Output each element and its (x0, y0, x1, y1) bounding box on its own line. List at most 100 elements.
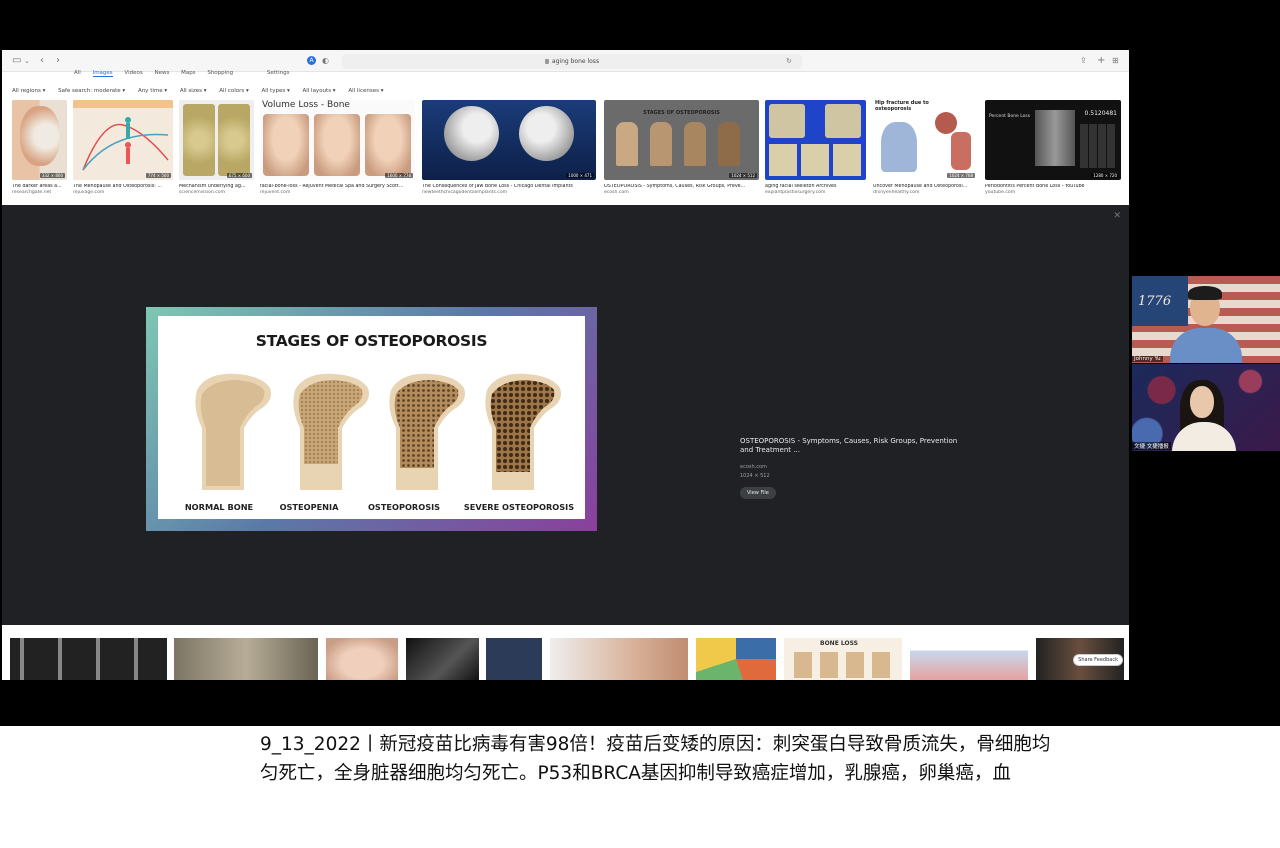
preview-image-canvas: STAGES OF OSTEOPOROSIS NORMAL BONE OSTEO… (158, 316, 585, 519)
image-info-panel: OSTEOPOROSIS - Symptoms, Causes, Risk Gr… (740, 437, 960, 499)
percent-bone-loss-label: Percent Bone Loss (989, 114, 1031, 119)
stage-label: SEVERE OSTEOPOROSIS (463, 502, 575, 512)
result-image[interactable] (174, 638, 318, 680)
info-source[interactable]: ecosh.com (740, 464, 960, 470)
result-source: rejuvage.com (73, 190, 105, 195)
result-card[interactable]: 774 × 500 The Menopause and Osteoporosis… (73, 100, 173, 195)
filter-types[interactable]: All types ▾ (261, 88, 289, 94)
participant-video-wenjie: 文捷 文捷播报 (1132, 364, 1280, 451)
filter-colors[interactable]: All colors ▾ (219, 88, 249, 94)
info-title[interactable]: OSTEOPOROSIS - Symptoms, Causes, Risk Gr… (740, 437, 960, 455)
result-image[interactable] (910, 638, 1028, 680)
filter-sizes[interactable]: All sizes ▾ (180, 88, 207, 94)
osteoporosis-graphic (389, 373, 465, 490)
result-caption: Mechanism underlying ag... (179, 184, 246, 189)
image-viewer: ✕ STAGES OF OSTEOPOROSIS NORMAL BONE OST… (2, 205, 1129, 672)
filter-safe-search[interactable]: Safe search: moderate ▾ (58, 88, 125, 94)
result-image[interactable] (486, 638, 542, 680)
filter-time[interactable]: Any time ▾ (138, 88, 167, 94)
tab-all[interactable]: All (74, 70, 81, 76)
result-caption: aging facial skeleton Archives (765, 184, 837, 189)
stage-label: OSTEOPENIA (279, 502, 339, 512)
profile-badge[interactable]: A (307, 56, 316, 65)
participant-video-johnny: 1776 Johnny Yu (1132, 276, 1280, 363)
result-image: STAGES OF OSTEOPOROSIS 1024 × 512 (604, 100, 759, 180)
tab-menu-chevron-icon[interactable]: ⌄ (24, 55, 30, 67)
close-icon[interactable]: ✕ (1113, 211, 1121, 221)
share-icon[interactable]: ⇪ (1080, 55, 1087, 67)
reload-icon[interactable]: ↻ (786, 55, 792, 67)
result-source: drsnyenhealthy.com (873, 190, 920, 195)
result-source: explantplastixsurgery.com (765, 190, 826, 195)
view-file-button[interactable]: View File (740, 487, 776, 499)
filter-bar: All regions ▾ Safe search: moderate ▾ An… (12, 88, 394, 94)
browser-toolbar: ▭ ⌄ ‹ › A ◐ aging bone loss ↻ ⇪ + ⊞ (2, 50, 1129, 72)
result-image: 675 × 600 (179, 100, 254, 180)
sidebar-toggle-icon[interactable]: ▭ (12, 55, 21, 67)
tab-shopping[interactable]: Shopping (207, 70, 233, 76)
tab-images[interactable]: Images (92, 70, 113, 77)
tab-videos[interactable]: Videos (124, 70, 142, 76)
result-dimensions: 1280 × 720 (1091, 173, 1119, 178)
result-image[interactable] (10, 638, 167, 680)
forward-icon[interactable]: › (56, 55, 60, 67)
result-card[interactable]: Volume Loss - Bone 1600 × 776 facial-bon… (260, 100, 415, 195)
result-card[interactable]: Percent Bone Loss 0.5120481 1280 × 720 P… (985, 100, 1121, 195)
more-results-row: BONE LOSS Share Feedback (2, 630, 1129, 680)
osteopenia-graphic (293, 373, 369, 490)
result-source: newteethchicagodentalimplants.com (422, 190, 508, 195)
result-source: ecosh.com (604, 190, 629, 195)
result-image: Hip fracture due to osteoporosis 1024 × … (873, 100, 977, 180)
result-card[interactable]: STAGES OF OSTEOPOROSIS 1024 × 512 OSTEOP… (604, 100, 759, 195)
filter-licenses[interactable]: All licenses ▾ (348, 88, 383, 94)
result-caption: The darker areas a... (12, 184, 62, 189)
address-bar[interactable]: aging bone loss (342, 54, 802, 69)
tab-news[interactable]: News (154, 70, 169, 76)
tab-overview-icon[interactable]: ⊞ (1112, 55, 1119, 67)
result-dimensions: 1000 × 471 (566, 173, 594, 178)
tab-settings[interactable]: Settings (267, 70, 290, 76)
result-image: 332 × 800 (12, 100, 67, 180)
back-icon[interactable]: ‹ (40, 55, 44, 67)
result-card[interactable]: Hip fracture due to osteoporosis 1024 × … (873, 100, 977, 195)
result-caption: Periodontitis Percent Bone Loss - YouTub… (985, 184, 1085, 189)
video-caption: 9_13_2022丨新冠疫苗比病毒有害98倍！疫苗后变矮的原因：刺突蛋白导致骨质… (260, 734, 1051, 784)
result-image[interactable] (326, 638, 398, 680)
result-image[interactable]: BONE LOSS (784, 638, 902, 680)
share-feedback-button[interactable]: Share Feedback (1073, 654, 1123, 666)
result-source: sciencemission.com (179, 190, 226, 195)
result-image[interactable] (696, 638, 776, 680)
result-caption: OSTEOPOROSIS - Symptoms, Causes, Risk Gr… (604, 184, 746, 189)
result-dimensions: 1024 × 512 (729, 173, 757, 178)
result-image: 774 × 500 (73, 100, 173, 180)
new-tab-icon[interactable]: + (1097, 55, 1105, 67)
flag-1776-text: 1776 (1138, 294, 1172, 309)
result-image: 1000 × 471 (422, 100, 596, 180)
volume-loss-title: Volume Loss - Bone (262, 100, 350, 110)
result-card[interactable]: aging facial skeleton Archives explantpl… (765, 100, 866, 195)
result-image[interactable] (550, 638, 688, 680)
filter-layouts[interactable]: All layouts ▾ (302, 88, 335, 94)
menopause-graph-graphic (73, 100, 173, 171)
stage-label: OSTEOPOROSIS (367, 502, 441, 512)
result-card[interactable]: 675 × 600 Mechanism underlying ag... sci… (179, 100, 254, 195)
browser-window: ▭ ⌄ ‹ › A ◐ aging bone loss ↻ ⇪ + ⊞ All … (2, 50, 1129, 680)
tab-maps[interactable]: Maps (181, 70, 195, 76)
result-card[interactable]: 1000 × 471 The Consequences of Jaw Bone … (422, 100, 596, 195)
result-dimensions: 1024 × 768 (947, 173, 975, 178)
result-card[interactable]: 332 × 800 The darker areas a... research… (12, 100, 67, 195)
normal-bone-graphic (195, 373, 271, 490)
preview-title: STAGES OF OSTEOPOROSIS (255, 332, 488, 350)
severe-osteoporosis-graphic (485, 373, 561, 490)
result-source: rejuvent.com (260, 190, 291, 195)
bone-loss-label: BONE LOSS (820, 640, 858, 647)
filter-regions[interactable]: All regions ▾ (12, 88, 45, 94)
lock-icon (544, 59, 549, 64)
result-source: youtube.com (985, 190, 1016, 195)
search-tabs: All Images Videos News Maps Shopping Set… (74, 70, 299, 82)
result-image[interactable] (406, 638, 479, 680)
preview-image[interactable]: STAGES OF OSTEOPOROSIS NORMAL BONE OSTEO… (146, 307, 597, 531)
shield-icon[interactable]: ◐ (322, 55, 329, 67)
calculator-display: 0.5120481 (1084, 110, 1117, 117)
hip-fracture-title: Hip fracture due to osteoporosis (875, 100, 929, 112)
